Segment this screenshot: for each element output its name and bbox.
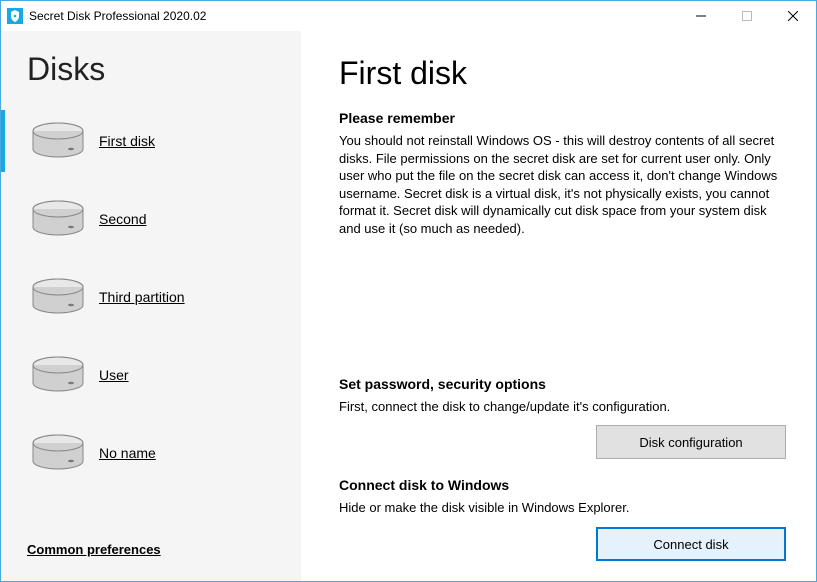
sidebar: Disks First disk Second Third partition bbox=[1, 31, 301, 581]
hard-drive-icon bbox=[31, 433, 85, 473]
app-icon bbox=[7, 8, 23, 24]
hard-drive-icon bbox=[31, 277, 85, 317]
disk-list: First disk Second Third partition User bbox=[1, 102, 301, 542]
security-body: First, connect the disk to change/update… bbox=[339, 398, 786, 416]
connect-disk-button[interactable]: Connect disk bbox=[596, 527, 786, 561]
page-title: First disk bbox=[339, 55, 786, 92]
sidebar-item-label: No name bbox=[99, 445, 156, 461]
main-panel: First disk Please remember You should no… bbox=[301, 31, 816, 581]
close-button[interactable] bbox=[770, 1, 816, 31]
hard-drive-icon bbox=[31, 199, 85, 239]
disk-configuration-button[interactable]: Disk configuration bbox=[596, 425, 786, 459]
connect-heading: Connect disk to Windows bbox=[339, 477, 786, 493]
sidebar-item-user[interactable]: User bbox=[1, 336, 301, 414]
minimize-button[interactable] bbox=[678, 1, 724, 31]
sidebar-item-label: Third partition bbox=[99, 289, 185, 305]
common-preferences-link[interactable]: Common preferences bbox=[27, 542, 161, 557]
security-heading: Set password, security options bbox=[339, 376, 786, 392]
sidebar-item-first-disk[interactable]: First disk bbox=[1, 102, 301, 180]
hard-drive-icon bbox=[31, 355, 85, 395]
sidebar-heading: Disks bbox=[1, 51, 301, 102]
remember-body: You should not reinstall Windows OS - th… bbox=[339, 132, 786, 237]
titlebar: Secret Disk Professional 2020.02 bbox=[1, 1, 816, 31]
sidebar-item-second[interactable]: Second bbox=[1, 180, 301, 258]
window-title: Secret Disk Professional 2020.02 bbox=[29, 9, 206, 23]
remember-heading: Please remember bbox=[339, 110, 786, 126]
sidebar-item-third-partition[interactable]: Third partition bbox=[1, 258, 301, 336]
hard-drive-icon bbox=[31, 121, 85, 161]
maximize-button[interactable] bbox=[724, 1, 770, 31]
sidebar-item-label: First disk bbox=[99, 133, 155, 149]
sidebar-item-label: User bbox=[99, 367, 129, 383]
sidebar-item-label: Second bbox=[99, 211, 146, 227]
sidebar-item-no-name[interactable]: No name bbox=[1, 414, 301, 492]
connect-body: Hide or make the disk visible in Windows… bbox=[339, 499, 786, 517]
